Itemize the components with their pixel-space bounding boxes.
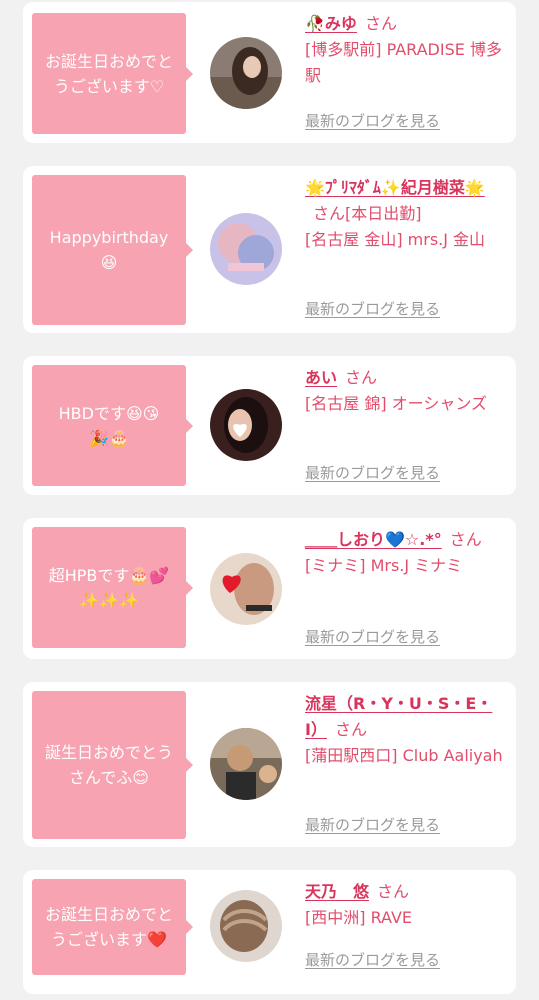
message-bubble: お誕生日おめでと うございます❤️ bbox=[32, 879, 193, 975]
message-bubble: 誕生日おめでとう さんでふ😊 bbox=[32, 691, 193, 839]
profile-info: 流星（R・Y・U・S・E・I） さん [蒲田駅西口] Club Aaliyah bbox=[305, 691, 505, 769]
cast-name-link[interactable]: ＿＿しおり💙☆.*° bbox=[305, 530, 442, 549]
name-line: 天乃 悠さん bbox=[305, 879, 505, 905]
birthday-card: お誕生日おめでと うございます❤️ 天乃 悠さん [西中洲] RAVE 最新のブ… bbox=[23, 870, 516, 994]
profile-info: ＿＿しおり💙☆.*° さん [ミナミ] Mrs.J ミナミ bbox=[305, 527, 505, 579]
shop-name: [ミナミ] Mrs.J ミナミ bbox=[305, 556, 463, 575]
profile-info: あい さん [名古屋 錦] オーシャンズ bbox=[305, 365, 505, 417]
shop-name: [蒲田駅西口] Club Aaliyah bbox=[305, 746, 503, 765]
shop-name: [西中洲] RAVE bbox=[305, 908, 413, 927]
name-line: あい さん bbox=[305, 365, 505, 391]
avatar[interactable] bbox=[210, 389, 282, 461]
name-line: 🥀みゆ さん bbox=[305, 11, 505, 37]
cast-name-link[interactable]: 天乃 悠 bbox=[305, 882, 369, 901]
message-bubble: Happybirthday 😆 bbox=[32, 175, 193, 325]
latest-blog-link[interactable]: 最新のブログを見る bbox=[305, 626, 440, 647]
shop-name: [名古屋 錦] オーシャンズ bbox=[305, 394, 488, 413]
latest-blog-link[interactable]: 最新のブログを見る bbox=[305, 110, 440, 131]
shop-name: [博多駅前] PARADISE 博多駅 bbox=[305, 40, 502, 85]
latest-blog-link[interactable]: 最新のブログを見る bbox=[305, 298, 440, 319]
avatar[interactable] bbox=[210, 728, 282, 800]
honorific: さん bbox=[334, 720, 367, 739]
cast-name-link[interactable]: 流星（R・Y・U・S・E・I） bbox=[305, 694, 492, 739]
avatar[interactable] bbox=[210, 553, 282, 625]
birthday-card: 誕生日おめでとう さんでふ😊 流星（R・Y・U・S・E・I） さん [蒲田駅西口]… bbox=[23, 682, 516, 847]
birthday-card: お誕生日おめでと うございます♡ 🥀みゆ さん [博多駅前] PARADISE 博… bbox=[23, 2, 516, 143]
profile-info: 天乃 悠さん [西中洲] RAVE bbox=[305, 879, 505, 931]
birthday-card: Happybirthday 😆 🌟ﾌﾟﾘﾏﾀﾞﾑ✨紀月樹菜🌟 さん[本日出勤] [… bbox=[23, 166, 516, 333]
name-line: ＿＿しおり💙☆.*° さん bbox=[305, 527, 505, 553]
latest-blog-link[interactable]: 最新のブログを見る bbox=[305, 949, 440, 970]
profile-info: 🥀みゆ さん [博多駅前] PARADISE 博多駅 bbox=[305, 11, 505, 89]
honorific: さん bbox=[377, 882, 410, 901]
honorific: さん bbox=[449, 530, 482, 549]
name-line: 🌟ﾌﾟﾘﾏﾀﾞﾑ✨紀月樹菜🌟 さん[本日出勤] bbox=[305, 175, 505, 227]
birthday-card: HBDです😆😘 🎉🎂 あい さん [名古屋 錦] オーシャンズ 最新のブログを見る bbox=[23, 356, 516, 495]
cast-name-link[interactable]: 🥀みゆ bbox=[305, 14, 357, 33]
profile-info: 🌟ﾌﾟﾘﾏﾀﾞﾑ✨紀月樹菜🌟 さん[本日出勤] [名古屋 金山] mrs.J 金山 bbox=[305, 175, 505, 253]
birthday-card: 超HPBです🎂💕 ✨✨✨ ＿＿しおり💙☆.*° さん [ミナミ] Mrs.J ミナ… bbox=[23, 518, 516, 659]
name-line: 流星（R・Y・U・S・E・I） さん bbox=[305, 691, 505, 743]
honorific: さん bbox=[345, 368, 378, 387]
message-bubble: お誕生日おめでと うございます♡ bbox=[32, 13, 193, 134]
avatar[interactable] bbox=[210, 213, 282, 285]
shop-name: [名古屋 金山] mrs.J 金山 bbox=[305, 230, 486, 249]
avatar[interactable] bbox=[210, 890, 282, 962]
cast-name-link[interactable]: 🌟ﾌﾟﾘﾏﾀﾞﾑ✨紀月樹菜🌟 bbox=[305, 178, 485, 197]
message-bubble: 超HPBです🎂💕 ✨✨✨ bbox=[32, 527, 193, 648]
latest-blog-link[interactable]: 最新のブログを見る bbox=[305, 814, 440, 835]
cast-name-link[interactable]: あい bbox=[305, 368, 337, 387]
honorific: さん bbox=[364, 14, 397, 33]
honorific: さん[本日出勤] bbox=[313, 204, 422, 223]
avatar[interactable] bbox=[210, 37, 282, 109]
latest-blog-link[interactable]: 最新のブログを見る bbox=[305, 462, 440, 483]
message-bubble: HBDです😆😘 🎉🎂 bbox=[32, 365, 193, 486]
